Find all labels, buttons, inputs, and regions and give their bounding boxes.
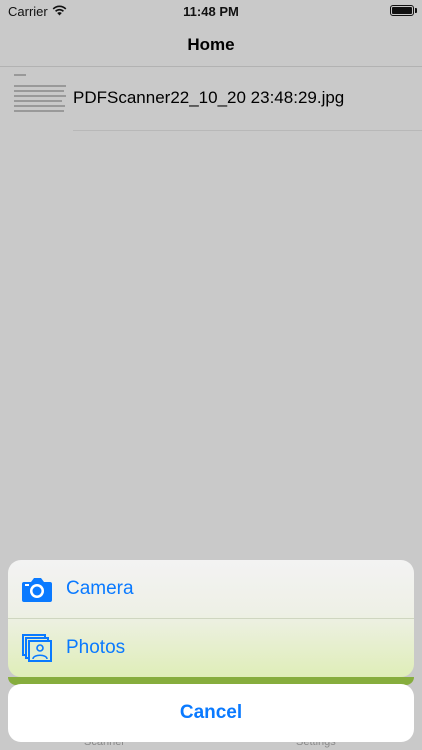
navigation-bar: Home (0, 24, 422, 67)
row-divider (73, 130, 422, 131)
file-thumbnail (14, 71, 66, 127)
list-item[interactable]: PDFScanner22_10_20 23:48:29.jpg (0, 67, 422, 131)
camera-label: Camera (66, 578, 134, 599)
camera-icon (22, 578, 52, 602)
camera-option[interactable]: Camera (8, 560, 414, 618)
page-title: Home (187, 35, 235, 54)
status-time: 11:48 PM (183, 4, 239, 19)
battery-icon (390, 5, 414, 16)
file-name: PDFScanner22_10_20 23:48:29.jpg (73, 88, 345, 107)
action-sheet: Camera Photos (8, 560, 414, 677)
photos-icon (22, 634, 52, 662)
photos-label: Photos (66, 637, 126, 658)
battery-tip (415, 8, 417, 13)
photos-option[interactable]: Photos (8, 618, 414, 677)
cancel-button[interactable]: Cancel (8, 684, 414, 742)
status-bar: Carrier 11:48 PM (0, 0, 422, 24)
